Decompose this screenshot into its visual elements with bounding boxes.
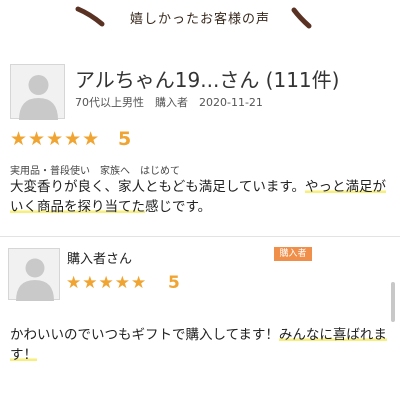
- rating-score: 5: [168, 273, 180, 293]
- reviewer-name: 購入者さん: [67, 252, 133, 267]
- page-header: 嬉しかったお客様の声: [0, 0, 400, 42]
- scrollbar[interactable]: [391, 282, 395, 322]
- review-text-part: 感じです。: [145, 199, 212, 215]
- review-text-part: 大変香りが良く、家人ともども満足しています。: [10, 179, 305, 195]
- purchaser-badge: 購入者: [274, 247, 312, 261]
- review-text: 大変香りが良く、家人ともども満足しています。やっと満足がいく商品を探り当てた感じ…: [10, 177, 392, 217]
- rating-score: 5: [118, 128, 132, 150]
- reviewer-name: アルちゃん19...さん (111件): [75, 68, 340, 92]
- reviewer-meta: 70代以上男性 購入者 2020-11-21: [75, 96, 263, 109]
- avatar-icon: [10, 64, 65, 120]
- review-text-part: かわいいのでいつもギフトで購入してます！: [10, 327, 279, 343]
- star-rating: ★★★★★: [10, 128, 101, 150]
- review-text: かわいいのでいつもギフトで購入してます！みんなに喜ばれます！: [10, 325, 390, 365]
- avatar-icon: [8, 248, 60, 301]
- divider: [0, 236, 400, 237]
- page-title: 嬉しかったお客様の声: [129, 12, 270, 27]
- review-tags: 実用品・普段使い 家族へ はじめて: [10, 166, 180, 177]
- star-rating: ★★★★★: [66, 273, 148, 293]
